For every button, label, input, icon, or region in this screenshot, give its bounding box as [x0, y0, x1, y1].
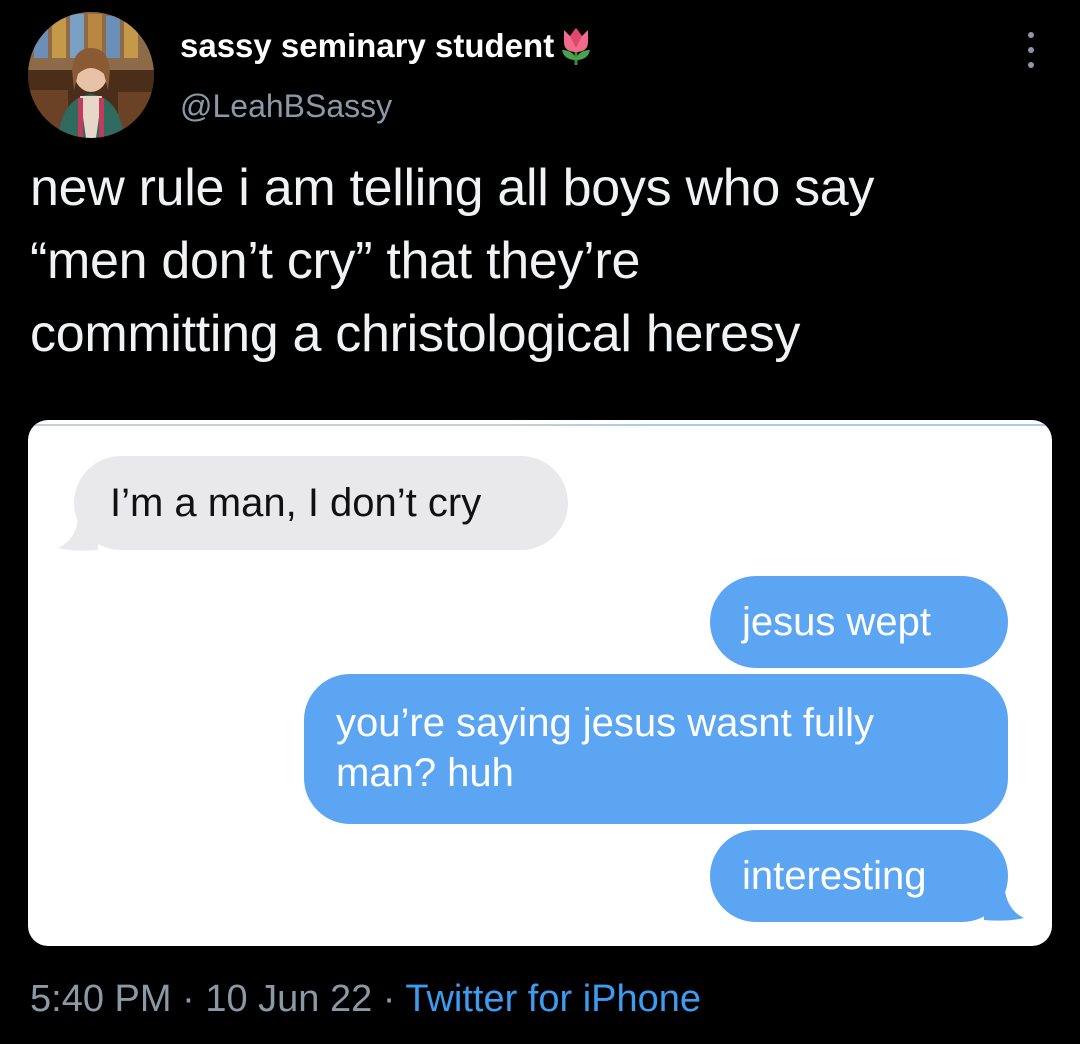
- profile-photo: [28, 12, 154, 138]
- tweet-text-line: “men don’t cry” that they’re: [30, 232, 641, 290]
- message-bubble-sent: interesting: [710, 830, 1008, 922]
- message-bubble-sent: you’re saying jesus wasnt fully man? huh: [304, 674, 1008, 824]
- tweet-text-line: new rule i am telling all boys who say: [30, 159, 875, 217]
- more-vertical-icon[interactable]: [1016, 30, 1046, 70]
- tweet-source-link[interactable]: Twitter for iPhone: [405, 978, 701, 1020]
- tweet-metadata: 5:40 PM · 10 Jun 22 · Twitter for iPhone: [30, 978, 701, 1021]
- tulip-icon: [558, 26, 594, 66]
- meta-separator: ·: [382, 978, 396, 1020]
- avatar[interactable]: [28, 12, 154, 138]
- dot: [1028, 47, 1034, 53]
- meta-separator: ·: [182, 978, 195, 1020]
- tweet-date[interactable]: 10 Jun 22: [205, 978, 372, 1020]
- dot: [1028, 32, 1034, 38]
- dot: [1028, 62, 1034, 68]
- user-handle[interactable]: @LeahBSassy: [180, 88, 392, 125]
- tweet-time[interactable]: 5:40 PM: [30, 978, 172, 1020]
- tweet-image[interactable]: I’m a man, I don’t cry jesus wept you’re…: [28, 420, 1052, 946]
- display-name-text: sassy seminary student: [180, 27, 555, 64]
- message-bubble-received: I’m a man, I don’t cry: [74, 456, 568, 550]
- tweet-text-line: committing a christological heresy: [30, 305, 801, 363]
- message-bubble-sent: jesus wept: [710, 576, 1008, 668]
- tweet-text: new rule i am telling all boys who say “…: [30, 152, 1060, 371]
- display-name[interactable]: sassy seminary student: [180, 26, 594, 66]
- image-top-border: [28, 424, 1052, 426]
